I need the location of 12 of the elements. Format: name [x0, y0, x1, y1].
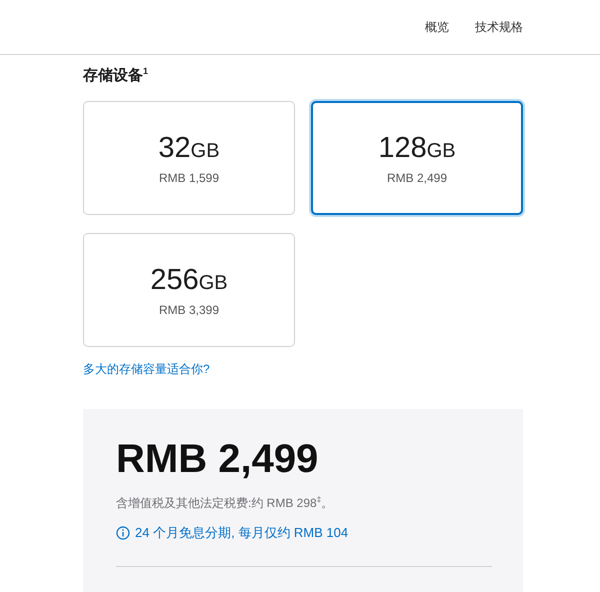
tax-note: 含增值税及其他法定税费:约 RMB 298$^{‡}$。 — [116, 495, 334, 512]
installment-text: 24 个月免息分期, 每月仅约 RMB 104 — [135, 524, 348, 542]
storage-option[interactable]: 32GB RMB 1,599 — [83, 101, 295, 215]
installment-link[interactable]: 24 个月免息分期, 每月仅约 RMB 104 — [116, 524, 491, 542]
nav-link[interactable]: 技术规格 — [475, 18, 523, 36]
help-link[interactable]: 多大的存储容量适合你? — [83, 361, 210, 378]
total-price: RMB 2,499 — [116, 436, 320, 483]
nav-link[interactable]: 概览 — [425, 18, 449, 36]
section-heading: 存储设备$^{1}$ — [83, 65, 150, 82]
storage-option[interactable]: 128GB RMB 2,499 — [311, 101, 523, 215]
storage-option[interactable]: 256GB RMB 3,399 — [83, 233, 295, 347]
info-icon — [116, 526, 130, 540]
